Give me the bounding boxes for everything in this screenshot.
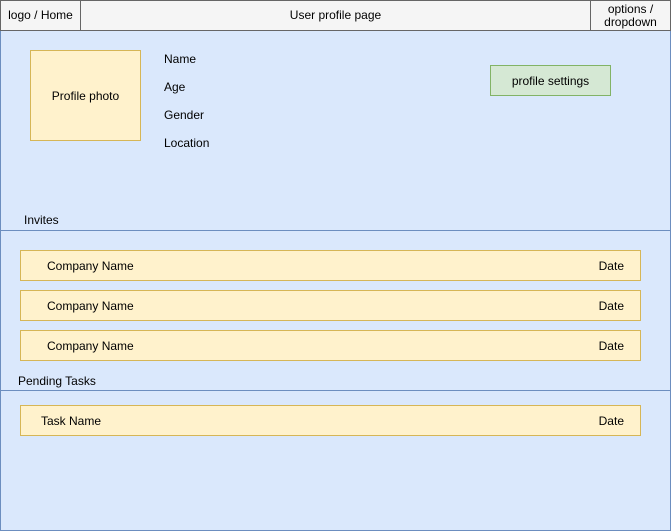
profile-field-age: Age [164, 80, 186, 94]
home-logo-link[interactable]: logo / Home [0, 0, 81, 31]
invite-company-name: Company Name [47, 259, 134, 273]
invite-company-name: Company Name [47, 299, 134, 313]
pending-tasks-divider [0, 390, 671, 391]
invite-row[interactable]: Company Name Date [20, 290, 641, 321]
invite-company-name: Company Name [47, 339, 134, 353]
invite-row[interactable]: Company Name Date [20, 330, 641, 361]
invite-date: Date [598, 339, 624, 353]
pending-tasks-section-title: Pending Tasks [18, 374, 96, 388]
wireframe-canvas: logo / Home User profile page options / … [0, 0, 671, 531]
home-logo-label: logo / Home [8, 8, 73, 22]
options-dropdown[interactable]: options / dropdown [590, 0, 671, 31]
profile-field-name: Name [164, 52, 197, 66]
profile-field-location: Location [164, 136, 210, 150]
page-title-label: User profile page [289, 8, 382, 22]
invite-date: Date [598, 259, 624, 273]
profile-settings-button[interactable]: profile settings [490, 65, 611, 96]
page-title: User profile page [80, 0, 591, 31]
options-dropdown-label: options / dropdown [604, 1, 657, 29]
task-row[interactable]: Task Name Date [20, 405, 641, 436]
profile-photo-label: Profile photo [51, 88, 120, 103]
invites-section-title: Invites [24, 213, 59, 227]
task-date: Date [598, 414, 624, 428]
task-name: Task Name [41, 414, 102, 428]
profile-settings-label: profile settings [511, 73, 590, 88]
invites-divider [0, 230, 671, 231]
invite-row[interactable]: Company Name Date [20, 250, 641, 281]
profile-photo: Profile photo [30, 50, 141, 141]
profile-field-gender: Gender [164, 108, 205, 122]
invite-date: Date [598, 299, 624, 313]
